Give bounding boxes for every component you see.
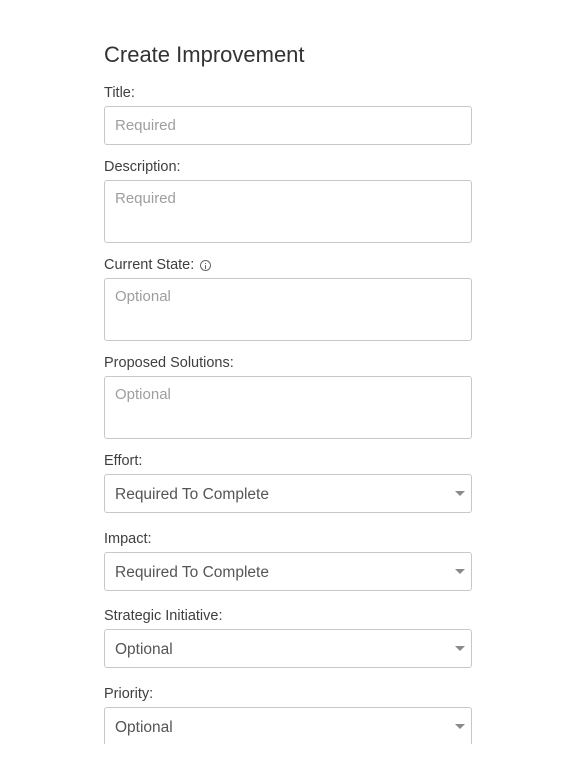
page-title: Create Improvement <box>104 42 305 67</box>
effort-select[interactable]: Required To Complete <box>104 474 472 513</box>
description-label-text: Description: <box>104 159 181 175</box>
info-icon[interactable] <box>200 259 212 271</box>
impact-label: Impact: <box>104 530 152 548</box>
effort-label: Effort: <box>104 452 142 470</box>
current-state-label-text: Current State: <box>104 257 195 273</box>
chevron-down-icon <box>455 491 465 496</box>
priority-label: Priority: <box>104 685 153 703</box>
chevron-down-icon <box>455 724 465 729</box>
proposed-solutions-label-text: Proposed Solutions: <box>104 355 234 371</box>
strategic-initiative-select-value: Optional <box>115 641 173 658</box>
priority-select[interactable]: Optional <box>104 707 472 744</box>
effort-label-text: Effort: <box>104 453 143 469</box>
description-textarea[interactable] <box>104 180 472 243</box>
priority-label-text: Priority: <box>104 686 154 702</box>
effort-select-value: Required To Complete <box>115 486 269 503</box>
priority-select-value: Optional <box>115 719 173 736</box>
impact-select[interactable]: Required To Complete <box>104 552 472 591</box>
chevron-down-icon <box>455 646 465 651</box>
strategic-initiative-label: Strategic Initiative: <box>104 607 222 625</box>
strategic-initiative-select[interactable]: Optional <box>104 629 472 668</box>
proposed-solutions-label: Proposed Solutions: <box>104 354 234 372</box>
create-improvement-form: Create Improvement Title: Description: C… <box>104 0 472 744</box>
title-label-text: Title: <box>104 85 135 101</box>
chevron-down-icon <box>455 569 465 574</box>
title-label: Title: <box>104 84 135 102</box>
strategic-initiative-label-text: Strategic Initiative: <box>104 608 223 624</box>
impact-label-text: Impact: <box>104 531 152 547</box>
current-state-label: Current State: <box>104 256 212 274</box>
impact-select-value: Required To Complete <box>115 564 269 581</box>
description-label: Description: <box>104 158 181 176</box>
proposed-solutions-textarea[interactable] <box>104 376 472 439</box>
current-state-textarea[interactable] <box>104 278 472 341</box>
title-input[interactable] <box>104 106 472 145</box>
